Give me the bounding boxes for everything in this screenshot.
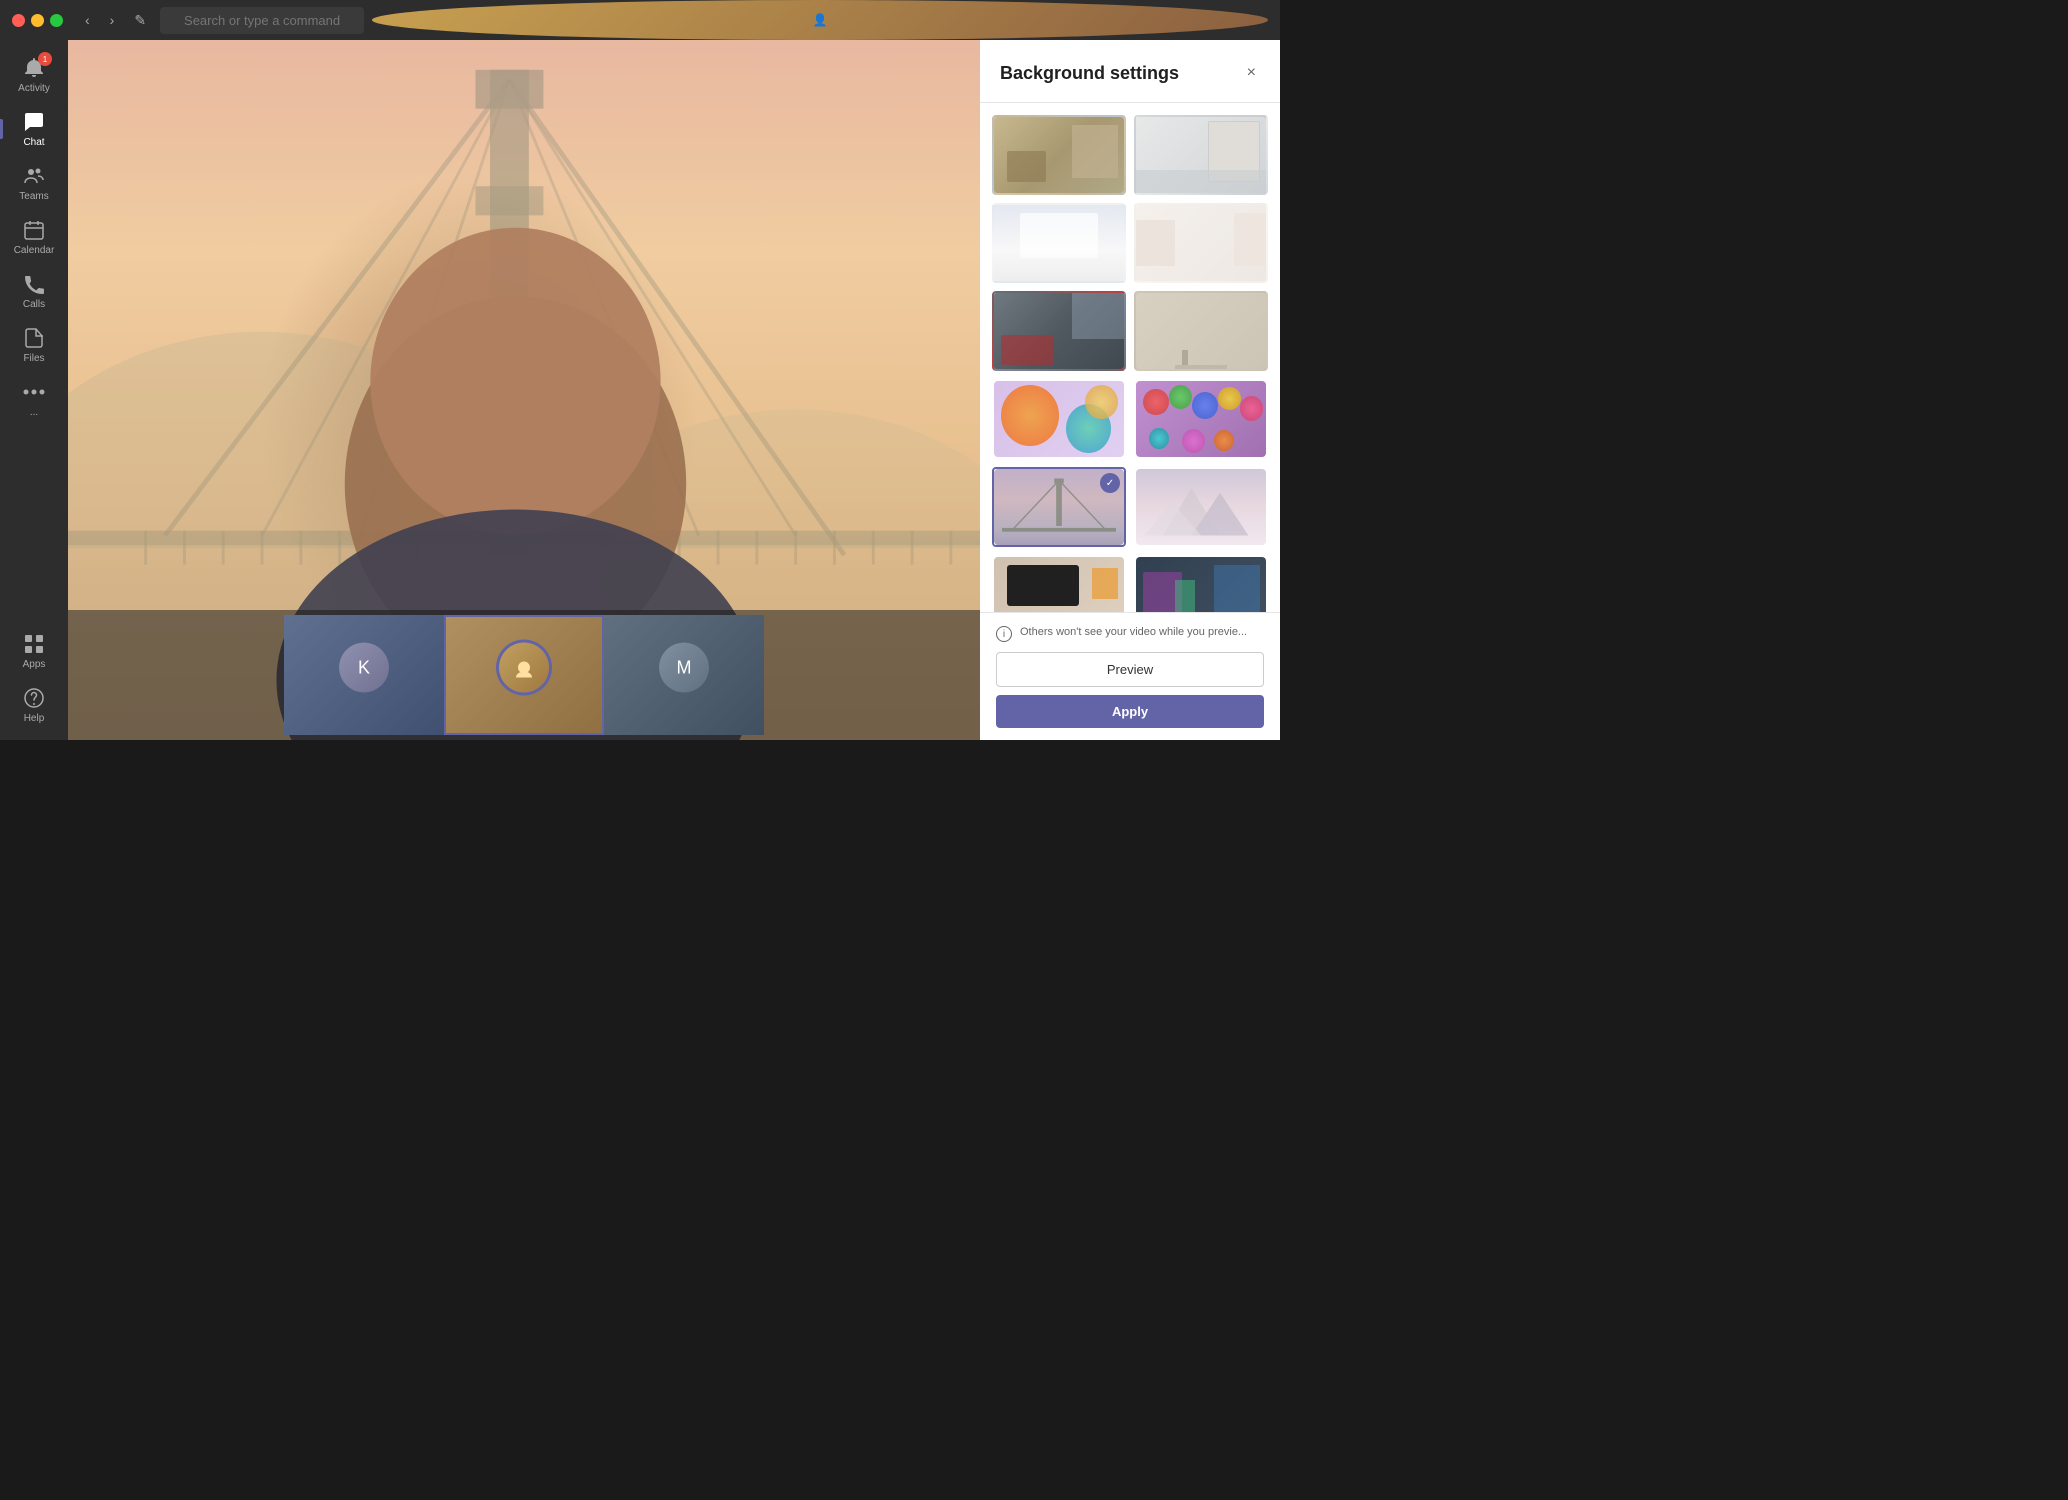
bg-panel-footer: i Others won't see your video while you … (980, 612, 1280, 740)
search-input[interactable] (160, 7, 364, 34)
sidebar-item-activity[interactable]: 1 Activity (0, 48, 68, 102)
calendar-icon (22, 218, 46, 242)
activity-label: Activity (18, 83, 50, 94)
help-icon (22, 686, 46, 710)
calendar-label: Calendar (14, 245, 55, 256)
bg-thumb-4[interactable] (1134, 203, 1268, 283)
minimize-traffic-light[interactable] (31, 14, 44, 27)
sidebar-item-help[interactable]: Help (18, 678, 50, 732)
bg-thumb-2[interactable] (1134, 115, 1268, 195)
preview-button[interactable]: Preview (996, 652, 1264, 687)
participant-karli: K Karli (284, 615, 444, 735)
info-row: i Others won't see your video while you … (996, 625, 1264, 642)
sidebar: 1 Activity Chat Teams (0, 40, 68, 740)
calls-label: Calls (23, 299, 45, 310)
bg-panel-header: Background settings × (980, 40, 1280, 103)
close-traffic-light[interactable] (12, 14, 25, 27)
bg-thumb-5[interactable] (992, 291, 1126, 371)
apps-icon (22, 632, 46, 656)
forward-button[interactable]: › (104, 8, 121, 32)
more-label: ... (30, 407, 38, 418)
close-bg-panel-button[interactable]: × (1243, 60, 1260, 86)
bg-thumb-8[interactable] (1134, 379, 1268, 459)
bg-thumb-1[interactable] (992, 115, 1126, 195)
info-icon: i (996, 626, 1012, 642)
more-icon (22, 380, 46, 404)
background-settings-panel: Background settings × (980, 40, 1280, 740)
bg-thumb-3[interactable] (992, 203, 1126, 283)
files-label: Files (23, 353, 44, 364)
sidebar-item-calls[interactable]: Calls (0, 264, 68, 318)
activity-badge: 1 (38, 52, 52, 66)
sidebar-bottom: Apps Help (18, 624, 50, 732)
sidebar-item-files[interactable]: Files (0, 318, 68, 372)
sidebar-item-more[interactable]: ... (0, 372, 68, 426)
sidebar-item-apps[interactable]: Apps (18, 624, 50, 678)
bg-thumb-11[interactable] (992, 555, 1126, 612)
calls-icon (22, 272, 46, 296)
apply-button[interactable]: Apply (996, 695, 1264, 728)
compose-button[interactable]: ✎ (128, 8, 152, 33)
video-main: 00:38 (68, 40, 980, 740)
sidebar-item-teams[interactable]: Teams (0, 156, 68, 210)
teams-icon (22, 164, 46, 188)
participant-self (444, 615, 604, 735)
apps-label: Apps (23, 659, 46, 670)
chat-icon (22, 110, 46, 134)
files-icon (22, 326, 46, 350)
bg-thumb-10[interactable] (1134, 467, 1268, 547)
bg-thumb-12[interactable] (1134, 555, 1268, 612)
maximize-traffic-light[interactable] (50, 14, 63, 27)
chat-label: Chat (23, 137, 44, 148)
bg-thumb-7[interactable] (992, 379, 1126, 459)
help-label: Help (24, 713, 45, 724)
michael-avatar: M (659, 643, 709, 693)
sidebar-item-calendar[interactable]: Calendar (0, 210, 68, 264)
info-text: Others won't see your video while you pr… (1020, 625, 1247, 640)
sidebar-item-chat[interactable]: Chat (0, 102, 68, 156)
bg-panel-title: Background settings (1000, 63, 1179, 84)
self-avatar (499, 643, 549, 693)
bg-thumbnails-grid: ✓ (980, 103, 1280, 612)
teams-label: Teams (19, 191, 48, 202)
video-area: 00:38 (68, 40, 980, 740)
main-layout: 1 Activity Chat Teams (0, 40, 1280, 740)
bg-thumb-bridge-check: ✓ (1100, 473, 1120, 493)
bg-thumb-6[interactable] (1134, 291, 1268, 371)
titlebar: ‹ › ✎ 👤 (0, 0, 1280, 40)
bg-thumb-bridge[interactable]: ✓ (992, 467, 1126, 547)
activity-icon: 1 (22, 56, 46, 80)
karli-avatar: K (339, 643, 389, 693)
avatar[interactable]: 👤 (372, 0, 1268, 40)
traffic-lights (12, 14, 63, 27)
back-button[interactable]: ‹ (79, 8, 96, 32)
participants-strip: K Karli (68, 610, 980, 740)
participant-michael: M Michael (604, 615, 764, 735)
